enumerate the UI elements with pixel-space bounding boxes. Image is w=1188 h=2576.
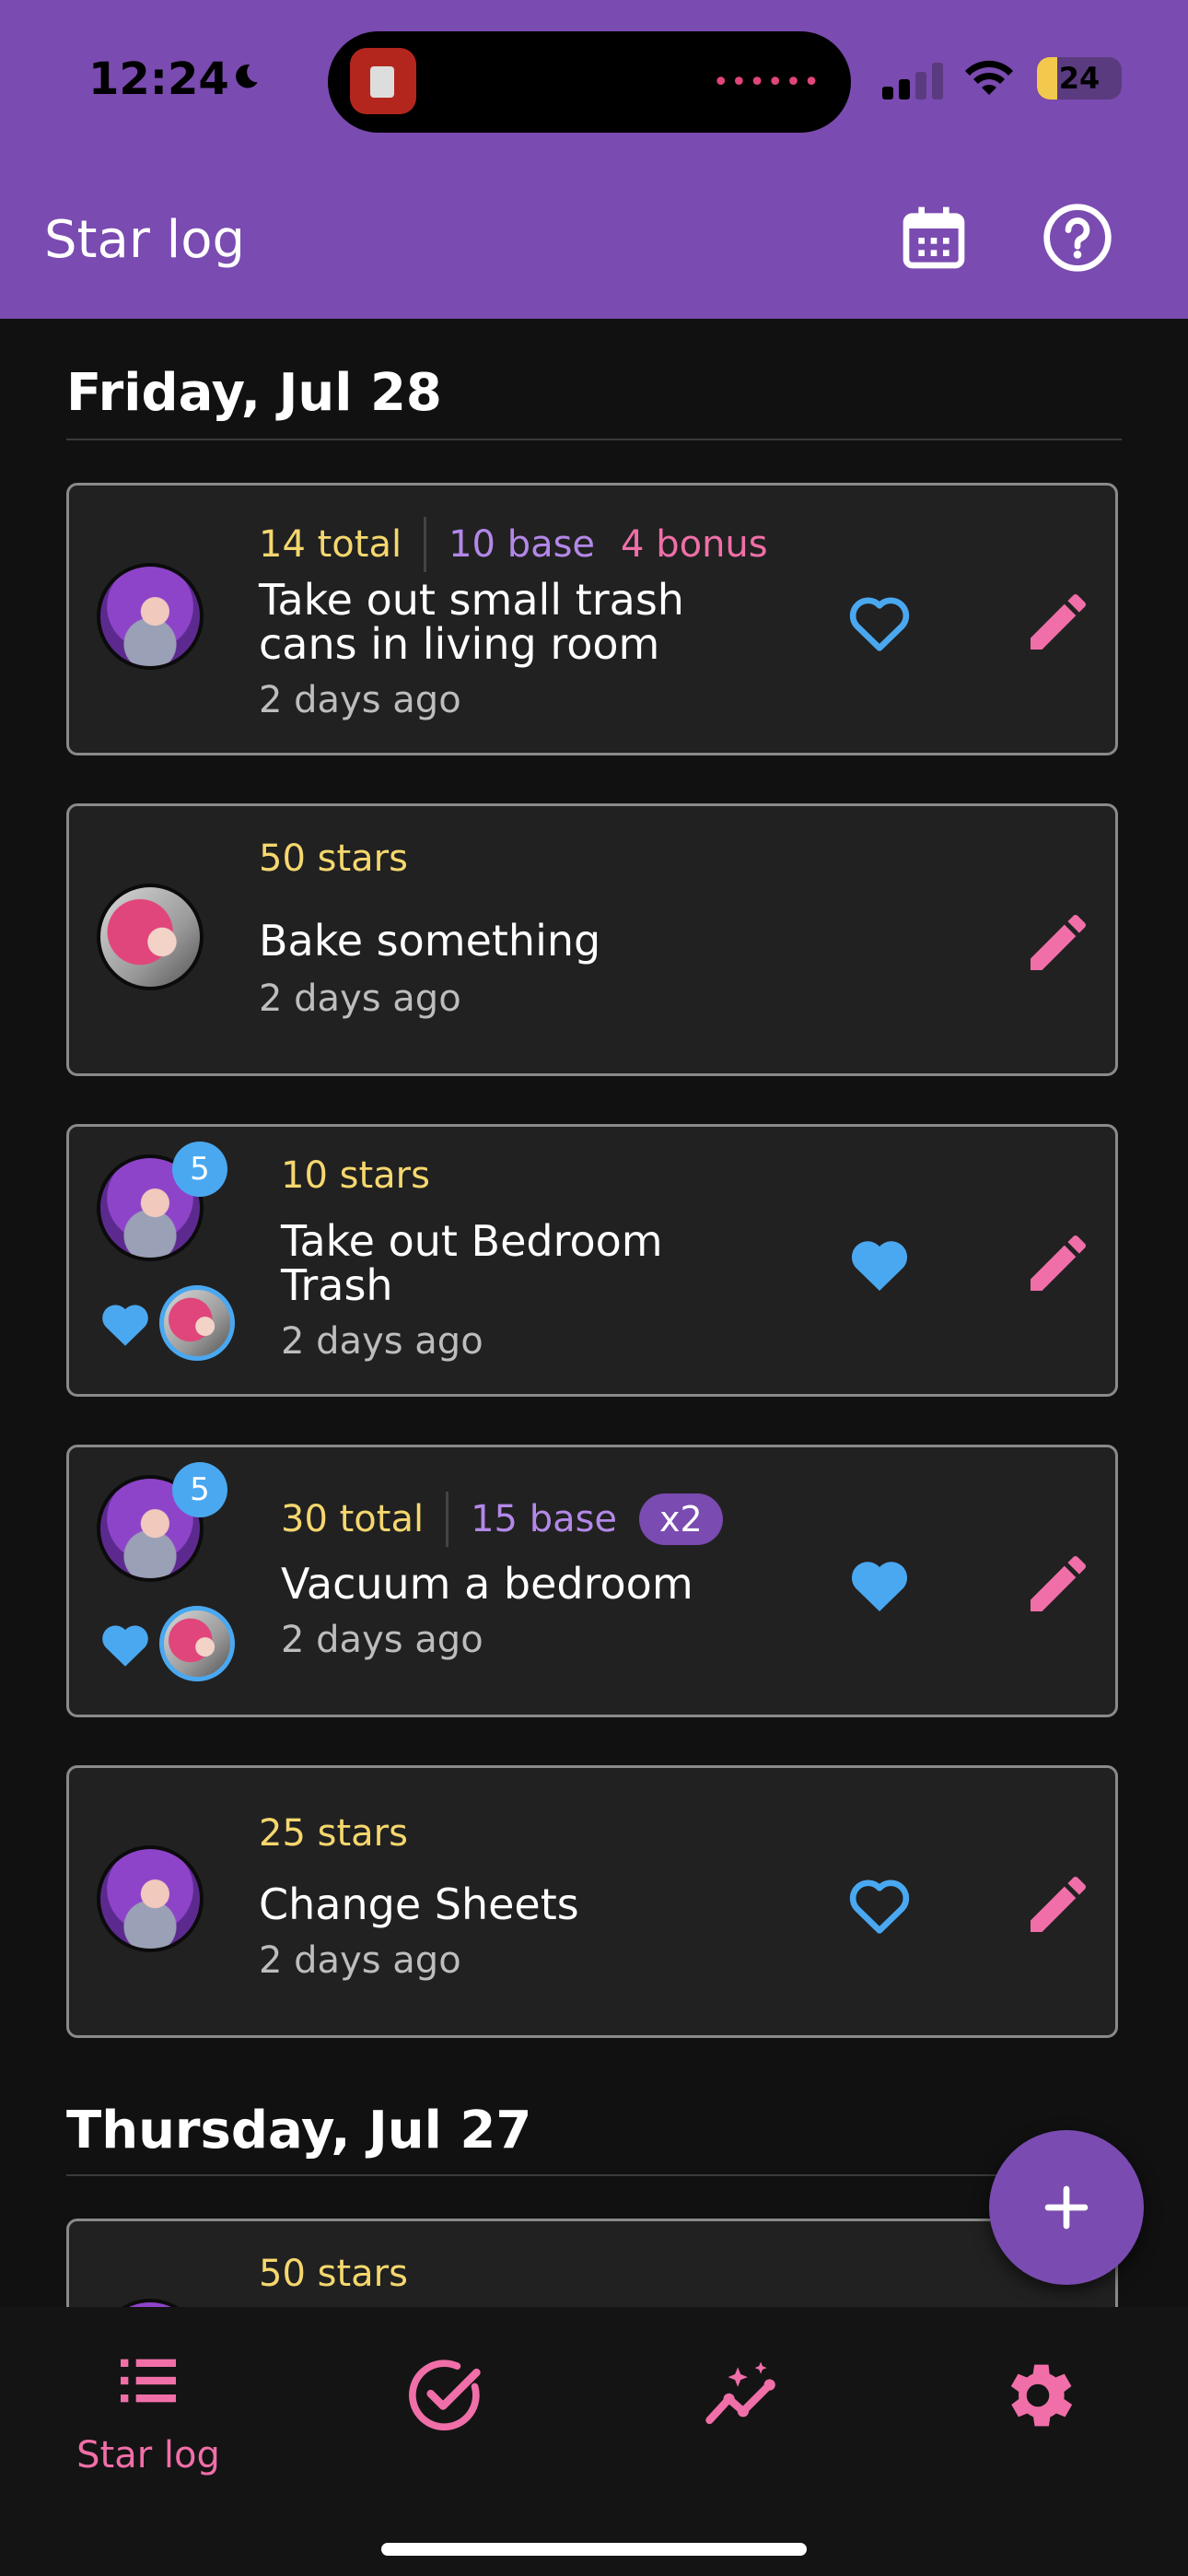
nav-settings[interactable] [890, 2307, 1186, 2491]
entry-title: Change Sheets [259, 1879, 579, 1929]
bonus-stars: 4 bonus [621, 523, 768, 566]
list-icon [121, 2359, 176, 2403]
section-divider [66, 2174, 1122, 2176]
log-entry-card[interactable]: 25 stars Change Sheets 2 days ago [66, 1765, 1118, 2038]
add-entry-button[interactable] [989, 2130, 1144, 2285]
entry-time: 2 days ago [259, 978, 461, 1020]
liked-heart-icon[interactable] [843, 1226, 916, 1300]
bottom-navigation: Star log [0, 2307, 1188, 2576]
nav-stats[interactable] [593, 2307, 890, 2491]
moon-icon [236, 64, 258, 88]
edit-pencil-icon[interactable] [1021, 1868, 1095, 1941]
entry-title: Bake something [259, 916, 601, 966]
star-breakdown: 30 total 15 base x2 [281, 1492, 723, 1547]
plus-icon [1044, 2185, 1089, 2230]
base-stars: 15 base [471, 1498, 618, 1540]
dots-icon: •••••• [712, 66, 821, 99]
liker-avatar [159, 1606, 235, 1681]
status-time: 12:24 [88, 53, 229, 105]
entry-time: 2 days ago [259, 1939, 461, 1982]
nav-label-star-log: Star log [76, 2434, 220, 2476]
star-log-list[interactable]: Friday, Jul 28 14 total 10 base 4 bonus … [0, 319, 1188, 2307]
entry-title: Vacuum a bedroom [281, 1559, 693, 1609]
nav-chores[interactable] [297, 2307, 593, 2491]
gear-icon [1010, 2364, 1073, 2427]
cellular-signal-icon [882, 63, 943, 100]
edit-pencil-icon[interactable] [1021, 906, 1095, 979]
like-count-badge: 5 [172, 1462, 227, 1517]
stars-count: 50 stars [259, 2253, 408, 2295]
like-count-badge: 5 [172, 1142, 227, 1197]
total-stars: 30 total [281, 1498, 425, 1540]
entry-time: 2 days ago [281, 1619, 483, 1661]
nav-star-log[interactable]: Star log [0, 2307, 297, 2491]
dynamic-island: •••••• [328, 31, 851, 133]
entry-time: 2 days ago [259, 679, 461, 721]
battery-indicator: 24 [1037, 57, 1122, 100]
section-divider [66, 439, 1122, 440]
stars-count: 25 stars [259, 1812, 408, 1855]
heart-icon [102, 1305, 148, 1346]
log-entry-card[interactable]: 14 total 10 base 4 bonus Take out small … [66, 483, 1118, 755]
log-entry-card[interactable]: 5 10 stars Take out Bedroom Trash 2 days… [66, 1124, 1118, 1397]
wifi-icon [965, 60, 1013, 95]
app-bar: Star log [0, 157, 1188, 319]
check-circle-icon [409, 2359, 481, 2430]
page-title: Star log [44, 210, 246, 270]
avatar [97, 884, 204, 990]
live-activity-app-icon [350, 48, 416, 114]
multiplier-badge: x2 [639, 1493, 723, 1545]
edit-pencil-icon[interactable] [1021, 585, 1095, 659]
stars-count: 50 stars [259, 837, 408, 880]
status-bar: 12:24 •••••• 24 [0, 0, 1188, 157]
edit-pencil-icon[interactable] [1021, 1547, 1095, 1621]
meta-separator [424, 517, 427, 572]
battery-level: 24 [1058, 61, 1101, 96]
section-date-header: Friday, Jul 28 [66, 363, 442, 423]
section-date-header: Thursday, Jul 27 [66, 2101, 532, 2160]
home-indicator[interactable] [381, 2543, 807, 2556]
sparkle-chart-icon [705, 2361, 775, 2425]
liker-avatar [159, 1285, 235, 1361]
like-outline-heart-icon[interactable] [843, 585, 916, 659]
entry-title: Take out small trash cans in living room [259, 575, 684, 669]
help-icon[interactable] [1041, 201, 1114, 275]
like-outline-heart-icon[interactable] [843, 1868, 916, 1941]
total-stars: 14 total [259, 523, 402, 566]
base-stars: 10 base [448, 523, 596, 566]
avatar [97, 2299, 204, 2307]
star-breakdown: 14 total 10 base 4 bonus [259, 517, 768, 572]
log-entry-card[interactable]: 5 30 total 15 base x2 Vacuum a bedroom 2… [66, 1445, 1118, 1717]
avatar [97, 1845, 204, 1952]
log-entry-card[interactable]: 50 stars Bake something 2 days ago [66, 803, 1118, 1076]
log-entry-card[interactable]: 50 stars [66, 2219, 1118, 2307]
stars-count: 10 stars [281, 1154, 430, 1197]
liked-heart-icon[interactable] [843, 1547, 916, 1621]
meta-separator [446, 1492, 449, 1547]
edit-pencil-icon[interactable] [1021, 1226, 1095, 1300]
heart-icon [102, 1625, 148, 1667]
entry-title: Take out Bedroom Trash [281, 1216, 663, 1310]
calendar-icon[interactable] [897, 201, 971, 275]
avatar [97, 563, 204, 670]
entry-time: 2 days ago [281, 1320, 483, 1363]
